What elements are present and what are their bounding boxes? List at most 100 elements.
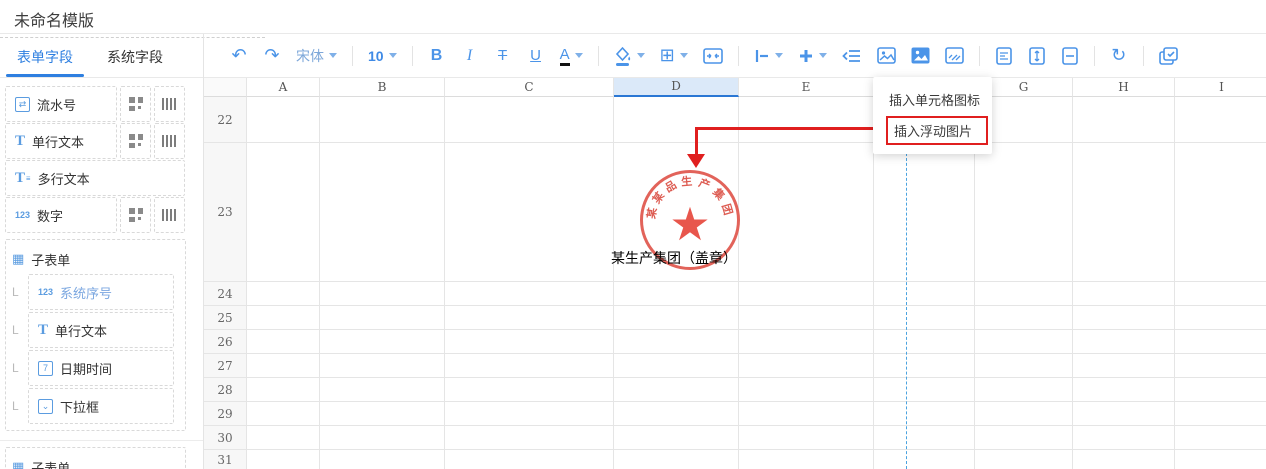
column-header-A[interactable]: A (247, 78, 320, 97)
italic-button[interactable]: I (461, 43, 479, 69)
grid-cell[interactable] (975, 378, 1073, 402)
field-item[interactable]: ⇄流水号 (5, 86, 117, 122)
grid-cell[interactable] (445, 402, 614, 426)
redo-icon[interactable]: ↷ (263, 43, 281, 69)
font-color-button[interactable]: A (560, 43, 583, 69)
grid-cell[interactable] (874, 306, 975, 330)
grid-cell[interactable] (614, 378, 739, 402)
grid-cell[interactable] (874, 426, 975, 450)
row-header-26[interactable]: 26 (204, 330, 247, 354)
grid-cell[interactable] (1175, 306, 1266, 330)
grid-cell[interactable] (874, 450, 975, 469)
grid-cell[interactable] (445, 282, 614, 306)
grid-cell[interactable] (975, 426, 1073, 450)
grid-cell[interactable] (975, 354, 1073, 378)
barcode-field-item[interactable] (154, 123, 185, 159)
field-item[interactable]: ⌄下拉框 (28, 388, 174, 424)
grid-cell[interactable] (1175, 143, 1266, 282)
grid-cell[interactable] (1073, 282, 1175, 306)
row-header-29[interactable]: 29 (204, 402, 247, 426)
grid-cell[interactable] (975, 282, 1073, 306)
grid-cell[interactable] (1175, 378, 1266, 402)
font-family-select[interactable]: 宋体 (296, 43, 337, 69)
grid-cell[interactable] (975, 330, 1073, 354)
qr-field-item[interactable] (120, 197, 151, 233)
grid-cell[interactable] (975, 402, 1073, 426)
grid-cell[interactable] (320, 450, 445, 469)
grid-cell[interactable] (874, 143, 975, 282)
indent-button[interactable] (842, 43, 862, 69)
underline-button[interactable]: U (527, 43, 545, 69)
grid-cell[interactable] (247, 378, 320, 402)
grid-cell[interactable] (247, 143, 320, 282)
grid-cell[interactable] (247, 450, 320, 469)
grid-cell[interactable] (739, 97, 874, 143)
row-header-27[interactable]: 27 (204, 354, 247, 378)
page-title[interactable]: 未命名模版 (14, 13, 94, 30)
grid-cell[interactable] (320, 282, 445, 306)
grid-cell[interactable] (614, 450, 739, 469)
grid-cell[interactable] (1073, 402, 1175, 426)
row-header-22[interactable]: 22 (204, 97, 247, 143)
grid-cell[interactable] (874, 402, 975, 426)
field-item[interactable]: T≡多行文本 (5, 160, 185, 196)
grid-cell[interactable] (874, 354, 975, 378)
grid-corner[interactable] (204, 78, 247, 97)
grid-cell[interactable] (614, 402, 739, 426)
grid-cell[interactable] (320, 402, 445, 426)
grid-cell[interactable] (247, 354, 320, 378)
grid-cell[interactable] (614, 426, 739, 450)
column-header-I[interactable]: I (1175, 78, 1266, 97)
grid-cell[interactable] (320, 97, 445, 143)
grid-cell[interactable] (739, 426, 874, 450)
grid-cell[interactable] (1073, 330, 1175, 354)
grid-cell[interactable] (1073, 306, 1175, 330)
grid-cell[interactable] (320, 306, 445, 330)
grid-cell[interactable] (739, 306, 874, 330)
grid-cell[interactable] (975, 450, 1073, 469)
grid-cell[interactable] (1175, 354, 1266, 378)
row-height-button[interactable] (1028, 43, 1046, 69)
barcode-field-item[interactable] (154, 86, 185, 122)
tab-system-fields[interactable]: 系统字段 (90, 34, 180, 77)
subform-group[interactable]: ▦子表单L123系统序号LT单行文本L7日期时间L⌄下拉框 (5, 239, 186, 431)
grid-cell[interactable] (247, 282, 320, 306)
grid-cell[interactable] (874, 330, 975, 354)
grid-cell[interactable] (1073, 143, 1175, 282)
image-settings-button[interactable] (945, 43, 964, 69)
subform-group[interactable]: ▦子表单 (5, 447, 186, 469)
grid-cell[interactable] (320, 143, 445, 282)
row-header-30[interactable]: 30 (204, 426, 247, 450)
grid-cell[interactable] (445, 378, 614, 402)
grid-cell[interactable] (1073, 354, 1175, 378)
grid-cell[interactable] (1073, 378, 1175, 402)
grid-cell[interactable] (1175, 426, 1266, 450)
grid-cell[interactable] (1175, 282, 1266, 306)
grid-cell[interactable] (445, 330, 614, 354)
grid-cell[interactable] (445, 143, 614, 282)
grid-cell[interactable] (975, 143, 1073, 282)
insert-floating-image-button[interactable] (911, 43, 930, 69)
grid-cell[interactable] (247, 97, 320, 143)
grid-cell[interactable] (445, 354, 614, 378)
qr-field-item[interactable] (120, 86, 151, 122)
grid-cell[interactable] (1073, 426, 1175, 450)
grid-cell[interactable] (614, 282, 739, 306)
grid-cell[interactable] (445, 306, 614, 330)
grid-cell[interactable] (247, 426, 320, 450)
column-header-D[interactable]: D (614, 78, 739, 97)
row-header-25[interactable]: 25 (204, 306, 247, 330)
field-item[interactable]: T单行文本 (28, 312, 174, 348)
grid-cell[interactable] (1175, 402, 1266, 426)
grid-cell[interactable] (445, 426, 614, 450)
grid-cell[interactable] (874, 378, 975, 402)
bold-button[interactable]: B (428, 43, 446, 69)
fill-color-button[interactable] (614, 43, 645, 69)
grid-cell[interactable] (975, 306, 1073, 330)
field-item[interactable]: T单行文本 (5, 123, 117, 159)
grid-cell[interactable] (739, 330, 874, 354)
font-size-select[interactable]: 10 (368, 43, 397, 69)
align-button[interactable] (754, 43, 783, 69)
column-width-button[interactable] (1061, 43, 1079, 69)
grid-cell[interactable] (739, 450, 874, 469)
